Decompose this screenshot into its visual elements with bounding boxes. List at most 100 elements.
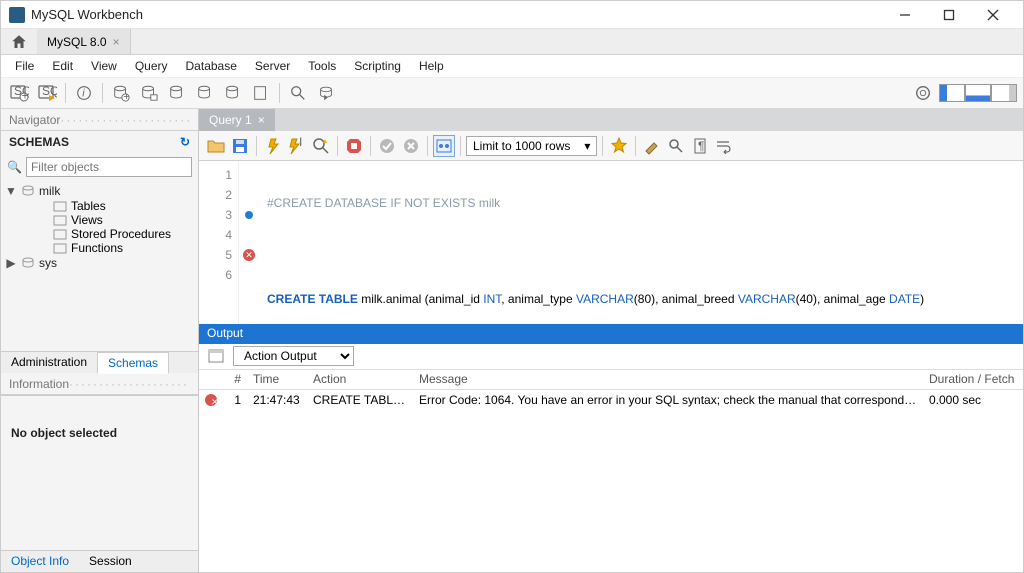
col-action[interactable]: Action bbox=[307, 370, 413, 388]
folder-icon bbox=[53, 200, 67, 212]
menu-view[interactable]: View bbox=[83, 57, 125, 75]
minimize-button[interactable] bbox=[883, 1, 927, 29]
query-tabs: Query 1 × bbox=[199, 109, 1023, 131]
menu-edit[interactable]: Edit bbox=[44, 57, 81, 75]
save-file-icon[interactable] bbox=[229, 135, 251, 157]
menu-scripting[interactable]: Scripting bbox=[346, 57, 409, 75]
col-time[interactable]: Time bbox=[247, 370, 307, 388]
output-type-select[interactable]: Action Output bbox=[233, 346, 354, 366]
brush-icon[interactable] bbox=[641, 135, 663, 157]
db-table-icon[interactable] bbox=[137, 81, 161, 105]
toggle-right-panel[interactable] bbox=[991, 84, 1017, 102]
stop-icon[interactable] bbox=[343, 135, 365, 157]
query-toolbar: I Limit to 1000 rows▾ ¶ bbox=[199, 131, 1023, 161]
sql-editor[interactable]: 123456 ✕ #CREATE DATABASE IF NOT EXISTS … bbox=[199, 161, 1023, 324]
execute-icon[interactable] bbox=[262, 135, 284, 157]
menu-server[interactable]: Server bbox=[247, 57, 298, 75]
menu-database[interactable]: Database bbox=[178, 57, 245, 75]
search-icon[interactable] bbox=[286, 81, 310, 105]
limit-rows-select[interactable]: Limit to 1000 rows▾ bbox=[466, 136, 597, 156]
svg-text:¶: ¶ bbox=[698, 139, 704, 153]
folder-icon bbox=[53, 228, 67, 240]
commit-icon[interactable] bbox=[376, 135, 398, 157]
new-sql-tab-icon[interactable]: SQL+ bbox=[7, 81, 31, 105]
db-view-icon[interactable] bbox=[165, 81, 189, 105]
tab-session[interactable]: Session bbox=[79, 551, 142, 572]
toggle-left-panel[interactable] bbox=[939, 84, 965, 102]
settings-gear-icon[interactable] bbox=[911, 81, 935, 105]
db-proc-icon[interactable] bbox=[193, 81, 217, 105]
svg-text:+: + bbox=[123, 91, 129, 102]
col-index[interactable]: # bbox=[223, 370, 247, 388]
inspector-icon[interactable]: i bbox=[72, 81, 96, 105]
panel-toggles bbox=[939, 84, 1017, 102]
error-marker-icon: ✕ bbox=[243, 249, 255, 261]
open-file-icon[interactable] bbox=[205, 135, 227, 157]
connection-tabs: MySQL 8.0 × bbox=[1, 29, 1023, 55]
svg-text:I: I bbox=[299, 137, 302, 149]
folder-icon bbox=[53, 242, 67, 254]
wrap-icon[interactable] bbox=[713, 135, 735, 157]
autocommit-toggle-icon[interactable] bbox=[433, 135, 455, 157]
filter-input[interactable] bbox=[26, 157, 192, 177]
chevron-down-icon: ▾ bbox=[584, 139, 590, 153]
svg-text:i: i bbox=[82, 88, 85, 100]
schemas-header: SCHEMAS ↻ bbox=[1, 131, 198, 153]
maximize-button[interactable] bbox=[927, 1, 971, 29]
menu-query[interactable]: Query bbox=[127, 57, 176, 75]
tree-stored-procedures[interactable]: Stored Procedures bbox=[5, 227, 194, 241]
line-marks: ✕ bbox=[239, 161, 259, 324]
explain-icon[interactable] bbox=[310, 135, 332, 157]
db-add-icon[interactable]: + bbox=[109, 81, 133, 105]
svg-text:+: + bbox=[22, 89, 29, 103]
output-row[interactable]: ✕ 1 21:47:43 CREATE TABLE ... Error Code… bbox=[199, 390, 1023, 410]
error-status-icon: ✕ bbox=[205, 394, 217, 406]
tree-views[interactable]: Views bbox=[5, 213, 194, 227]
menu-help[interactable]: Help bbox=[411, 57, 452, 75]
query-tab[interactable]: Query 1 × bbox=[199, 109, 275, 131]
info-tabs: Object Info Session bbox=[1, 550, 198, 572]
statement-marker-icon bbox=[245, 211, 253, 219]
col-message[interactable]: Message bbox=[413, 370, 923, 388]
col-duration[interactable]: Duration / Fetch bbox=[923, 370, 1023, 388]
output-header: Output bbox=[199, 324, 1023, 344]
filter-search-icon: 🔍 bbox=[7, 160, 22, 174]
database-icon bbox=[21, 257, 35, 269]
output-view-icon[interactable] bbox=[205, 345, 227, 367]
connection-tab[interactable]: MySQL 8.0 × bbox=[37, 29, 131, 54]
tree-functions[interactable]: Functions bbox=[5, 241, 194, 255]
database-icon bbox=[21, 185, 35, 197]
tab-administration[interactable]: Administration bbox=[1, 352, 97, 373]
beautify-icon[interactable] bbox=[608, 135, 630, 157]
db-other-icon[interactable] bbox=[249, 81, 273, 105]
schema-tree[interactable]: ▼ milk Tables Views Stored Procedures Fu… bbox=[1, 181, 198, 351]
invisible-chars-icon[interactable]: ¶ bbox=[689, 135, 711, 157]
sql-code[interactable]: #CREATE DATABASE IF NOT EXISTS milk CREA… bbox=[259, 161, 932, 324]
menu-file[interactable]: File bbox=[7, 57, 42, 75]
toggle-bottom-panel[interactable] bbox=[965, 84, 991, 102]
home-tab[interactable] bbox=[1, 29, 37, 54]
schema-node-sys[interactable]: ▶ sys bbox=[5, 255, 194, 271]
tab-schemas[interactable]: Schemas bbox=[97, 352, 169, 374]
navigator-tabs: Administration Schemas bbox=[1, 351, 198, 373]
reconnect-icon[interactable] bbox=[314, 81, 338, 105]
expand-arrow-icon[interactable]: ▼ bbox=[5, 184, 17, 198]
close-tab-icon[interactable]: × bbox=[113, 35, 120, 49]
schema-filter: 🔍 bbox=[1, 153, 198, 181]
refresh-schemas-icon[interactable]: ↻ bbox=[180, 135, 190, 149]
rollback-icon[interactable] bbox=[400, 135, 422, 157]
find-icon[interactable] bbox=[665, 135, 687, 157]
execute-current-icon[interactable]: I bbox=[286, 135, 308, 157]
tree-tables[interactable]: Tables bbox=[5, 199, 194, 213]
close-button[interactable] bbox=[971, 1, 1015, 29]
expand-arrow-icon[interactable]: ▶ bbox=[5, 256, 17, 270]
navigator-panel: Navigator ···························· S… bbox=[1, 109, 199, 572]
open-sql-icon[interactable]: SQL bbox=[35, 81, 59, 105]
close-query-tab-icon[interactable]: × bbox=[258, 113, 265, 127]
home-icon bbox=[10, 33, 28, 51]
schema-node-milk[interactable]: ▼ milk bbox=[5, 183, 194, 199]
menu-tools[interactable]: Tools bbox=[300, 57, 344, 75]
information-header: Information ···························· bbox=[1, 373, 198, 395]
tab-object-info[interactable]: Object Info bbox=[1, 551, 79, 572]
db-func-icon[interactable] bbox=[221, 81, 245, 105]
